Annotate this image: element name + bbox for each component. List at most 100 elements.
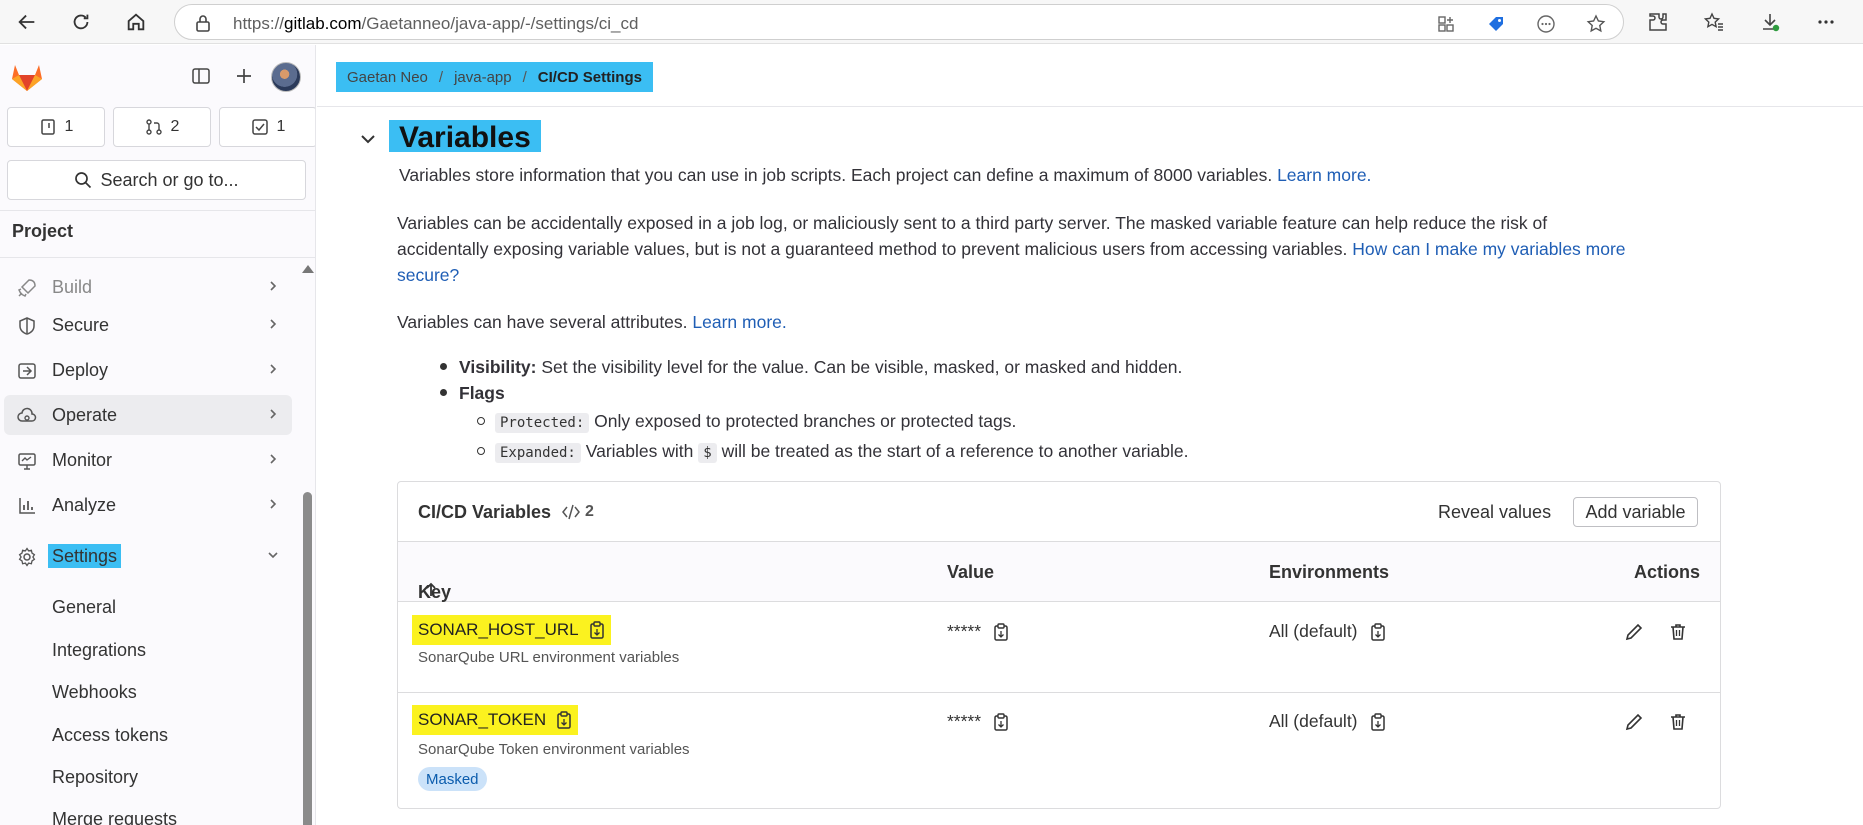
scrollbar-up-arrow[interactable] <box>302 265 314 273</box>
variable-value: ***** <box>947 621 1009 642</box>
monitor-icon <box>16 450 38 472</box>
avatar[interactable] <box>271 62 301 92</box>
list-item: Expanded: Variables with $ will be treat… <box>477 438 1189 466</box>
refresh-icon[interactable] <box>67 8 95 36</box>
lock-icon[interactable] <box>195 14 211 32</box>
sidebar-item-secure[interactable]: Secure <box>4 305 292 345</box>
sidebar-subitem-repository[interactable]: Repository <box>52 767 138 788</box>
collapse-chevron-icon[interactable] <box>358 129 378 149</box>
sidebar-subitem-general[interactable]: General <box>52 597 116 618</box>
copy-icon[interactable] <box>1370 712 1386 731</box>
issues-counter-button[interactable]: 1 <box>7 107 105 147</box>
sidebar-item-build[interactable]: Build <box>4 267 292 307</box>
sort-ascending-icon <box>424 582 438 598</box>
favorites-icon[interactable] <box>1700 8 1728 36</box>
sidebar-subitem-access-tokens[interactable]: Access tokens <box>52 725 168 746</box>
divider <box>0 257 315 258</box>
copy-icon[interactable] <box>993 622 1009 641</box>
reveal-values-button[interactable]: Reveal values <box>1438 502 1551 523</box>
top-bar: Gaetan Neo / java-app / CI/CD Settings <box>317 45 1863 107</box>
delete-trash-icon[interactable] <box>1668 622 1688 642</box>
sidebar-item-label: Analyze <box>52 495 117 515</box>
count-value: 2 <box>585 503 594 520</box>
add-variable-button[interactable]: Add variable <box>1573 497 1698 527</box>
sidebar-item-label: Monitor <box>52 450 113 470</box>
sidebar-item-label: Build <box>52 277 93 297</box>
actions-column-header: Actions <box>1634 562 1701 582</box>
chevron-right-icon <box>266 407 280 421</box>
merge-requests-counter-button[interactable]: 2 <box>113 107 211 147</box>
sidebar-subitem-webhooks[interactable]: Webhooks <box>52 682 137 703</box>
extensions-icon[interactable] <box>1644 8 1672 36</box>
variable-value-text: ***** <box>947 621 982 641</box>
chevron-right-icon <box>266 279 280 293</box>
scrollbar-thumb[interactable] <box>303 492 312 825</box>
copy-icon[interactable] <box>589 621 605 639</box>
edit-pencil-icon[interactable] <box>1624 622 1644 642</box>
sidebar-item-deploy[interactable]: Deploy <box>4 350 292 390</box>
warning-text-line1: Variables can be accidentally exposed in… <box>397 213 1548 233</box>
attributes-learn-more-link[interactable]: Learn more. <box>692 312 786 332</box>
copy-icon[interactable] <box>556 711 572 729</box>
sidebar-subitem-merge-requests[interactable]: Merge requests <box>52 809 177 825</box>
gitlab-logo-icon[interactable] <box>10 61 44 93</box>
sidebar-subitem-integrations[interactable]: Integrations <box>52 640 146 661</box>
more-options-circle-icon[interactable] <box>1533 11 1559 37</box>
favorite-star-icon[interactable] <box>1583 11 1609 37</box>
deploy-icon <box>16 360 38 382</box>
copy-icon[interactable] <box>993 712 1009 731</box>
chevron-down-icon <box>266 548 280 562</box>
address-bar[interactable]: https://gitlab.com/Gaetanneo/java-app/-/… <box>174 4 1624 40</box>
sidebar-header <box>0 45 315 103</box>
value-column-header: Value <box>947 562 995 582</box>
sidebar-item-operate[interactable]: Operate <box>4 395 292 435</box>
todos-counter-button[interactable]: 1 <box>219 107 315 147</box>
variable-environment-text: All (default) <box>1269 711 1358 731</box>
breadcrumb-link-group[interactable]: Gaetan Neo <box>347 69 428 86</box>
downloads-icon[interactable] <box>1756 8 1784 36</box>
learn-more-link[interactable]: Learn more. <box>1277 165 1371 185</box>
sidebar-item-monitor[interactable]: Monitor <box>4 440 292 480</box>
todos-count: 1 <box>276 118 286 135</box>
sidebar: 1 2 1 Search or go to... Project Build S… <box>0 45 316 825</box>
variables-card: CI/CD Variables 2 Reveal values Add vari… <box>397 481 1721 809</box>
home-icon[interactable] <box>122 8 150 36</box>
secure-variables-link-cont[interactable]: secure? <box>397 265 459 285</box>
variable-key: SONAR_HOST_URL <box>412 615 611 645</box>
search-icon <box>74 171 92 189</box>
edit-pencil-icon[interactable] <box>1624 712 1644 732</box>
code-icon <box>562 504 580 520</box>
sidebar-item-analyze[interactable]: Analyze <box>4 485 292 525</box>
variable-description: SonarQube URL environment variables <box>418 649 680 666</box>
url-text[interactable]: https://gitlab.com/Gaetanneo/java-app/-/… <box>233 14 638 34</box>
menu-ellipsis-icon[interactable] <box>1812 8 1840 36</box>
toggle-sidebar-icon[interactable] <box>189 64 213 88</box>
sidebar-item-label: Deploy <box>52 360 109 380</box>
apps-icon[interactable] <box>1433 11 1459 37</box>
breadcrumb-separator: / <box>438 68 444 86</box>
chevron-right-icon <box>266 362 280 376</box>
list-item: Visibility: Set the visibility level for… <box>440 354 1189 380</box>
copy-icon[interactable] <box>1370 622 1386 641</box>
shopping-tag-icon[interactable] <box>1483 11 1509 37</box>
flags-label: Flags <box>459 383 505 403</box>
browser-toolbar: https://gitlab.com/Gaetanneo/java-app/-/… <box>0 0 1863 44</box>
search-button[interactable]: Search or go to... <box>7 160 306 200</box>
delete-trash-icon[interactable] <box>1668 712 1688 732</box>
counters-row: 1 2 1 <box>7 107 315 147</box>
visibility-label: Visibility: <box>459 357 537 377</box>
sidebar-item-label: Secure <box>52 315 110 335</box>
create-new-icon[interactable] <box>232 64 256 88</box>
breadcrumb-link-project[interactable]: java-app <box>454 69 512 86</box>
issues-icon <box>39 118 57 136</box>
sidebar-item-settings[interactable]: Settings <box>4 536 292 576</box>
variable-environment: All (default) <box>1269 711 1386 732</box>
intro-text: Variables store information that you can… <box>399 165 1273 185</box>
back-icon[interactable] <box>13 8 41 36</box>
sidebar-section-title: Project <box>12 221 74 241</box>
secure-variables-link[interactable]: How can I make my variables more <box>1352 239 1625 259</box>
breadcrumb-current[interactable]: CI/CD Settings <box>538 69 642 86</box>
warning-text-line2: accidentally exposing variable values, b… <box>397 239 1348 259</box>
card-header: CI/CD Variables 2 Reveal values Add vari… <box>398 482 1720 542</box>
dollar-code: $ <box>698 443 717 463</box>
